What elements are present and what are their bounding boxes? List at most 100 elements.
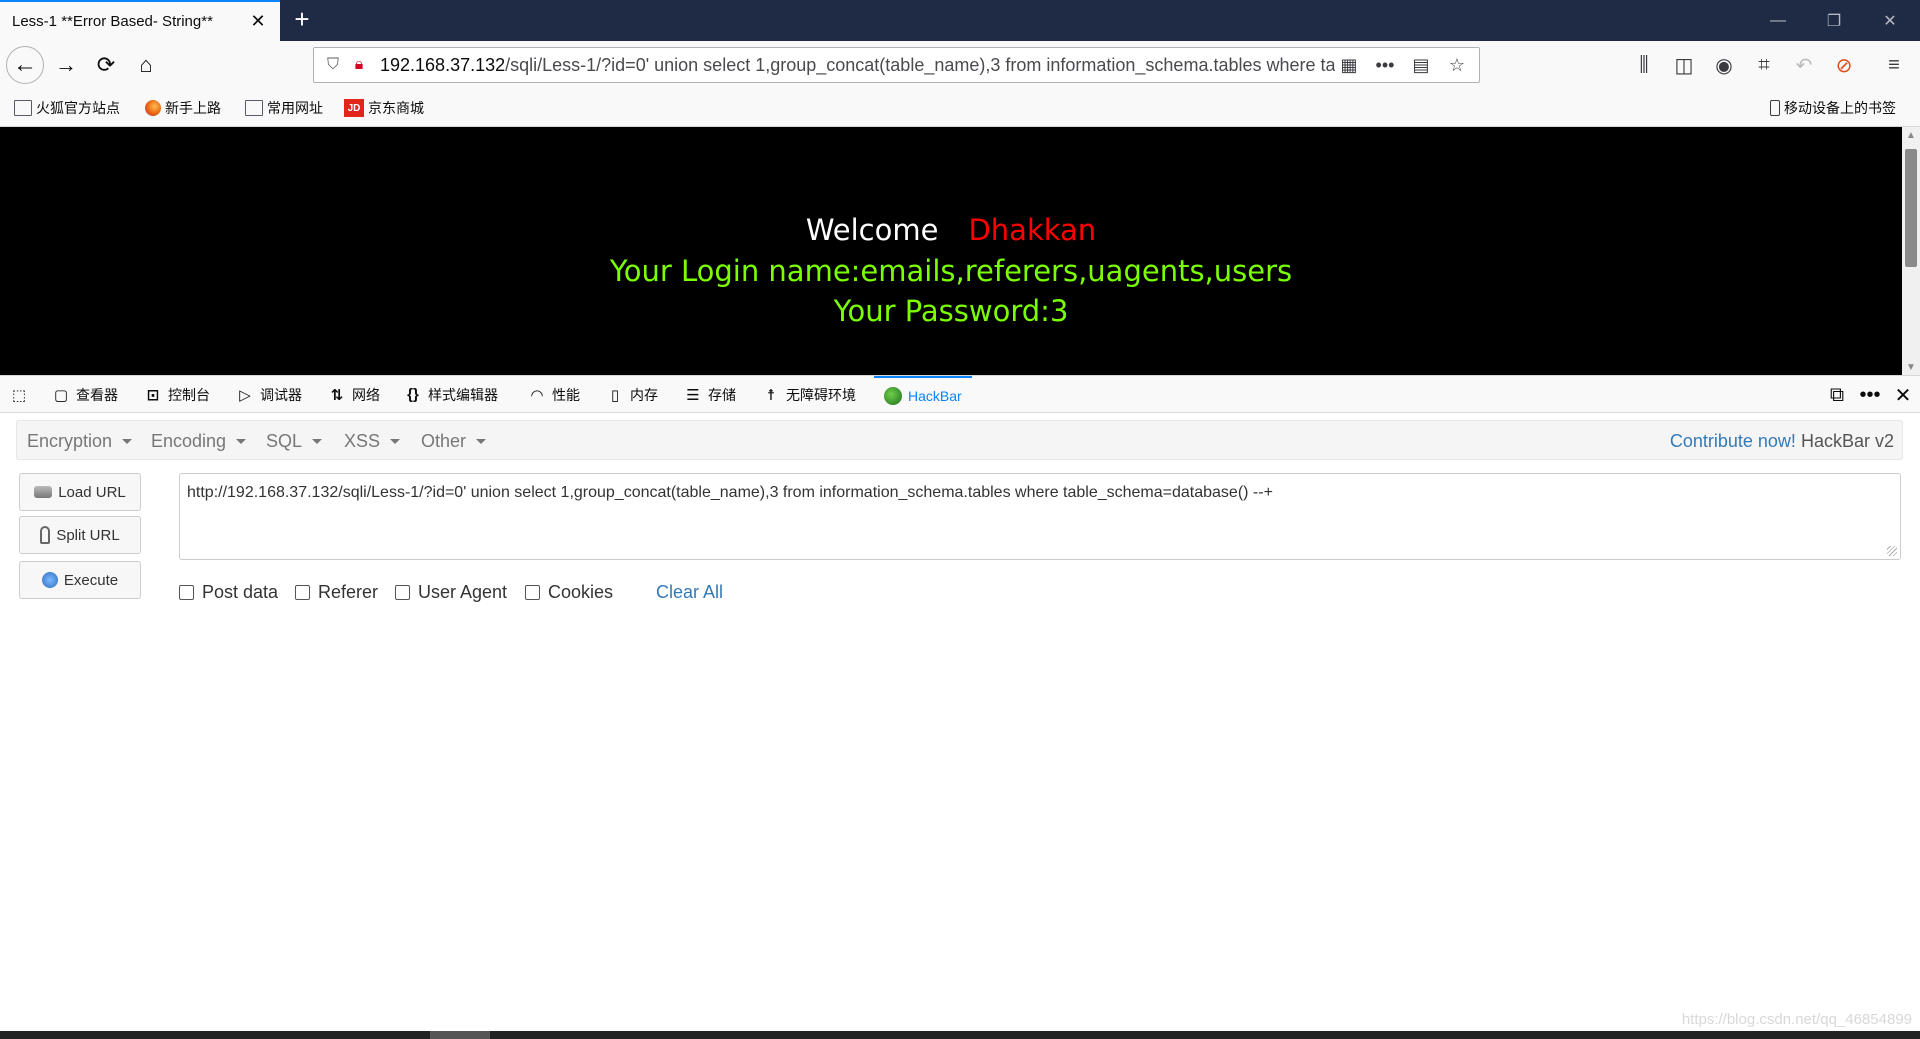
devtools-menu-icon[interactable]: ••• [1857, 382, 1883, 408]
execute-button[interactable]: Execute [19, 561, 141, 599]
menu-other[interactable]: Other [421, 431, 487, 452]
tab-label: 无障碍环境 [786, 386, 856, 403]
url-bar[interactable]: ⛉ 🔒︎ 192.168.37.132/sqli/Less-1/?id=0' u… [313, 47, 1480, 83]
checkbox-icon[interactable] [295, 585, 310, 600]
page-actions-icon[interactable]: ••• [1371, 51, 1399, 79]
tab-hackbar[interactable]: HackBar [874, 376, 972, 413]
checkbox-label: Cookies [548, 582, 614, 602]
tab-style-editor[interactable]: {} 样式编辑器 [404, 376, 498, 413]
minimize-icon[interactable]: — [1750, 0, 1806, 41]
performance-icon: ◠ [531, 386, 543, 404]
mobile-bookmarks[interactable]: 移动设备上的书签 [1770, 97, 1896, 119]
new-tab-button[interactable]: + [288, 6, 316, 34]
checkbox-post-data[interactable]: Post data [179, 582, 278, 603]
crop-icon[interactable]: ⌗ [1748, 49, 1780, 81]
url-path: /sqli/Less-1/?id=0' union select 1,group… [505, 54, 1335, 75]
bookmark-item[interactable]: 火狐官方站点 [14, 97, 120, 119]
hackbar-icon [884, 386, 902, 405]
tracking-shield-icon[interactable]: ⛉ [320, 52, 346, 78]
bookmark-label: 新手上路 [165, 100, 221, 116]
dock-icon[interactable]: ⧉ [1824, 382, 1850, 408]
menu-xss[interactable]: XSS [344, 431, 401, 452]
tab-label: HackBar [908, 387, 962, 404]
hackbar-menu: Encryption Encoding SQL XSS Other Contri… [16, 420, 1903, 460]
undo-icon[interactable]: ↶ [1788, 49, 1820, 81]
sidebar-icon[interactable]: ◫ [1668, 49, 1700, 81]
contribute-link[interactable]: Contribute now! [1670, 431, 1796, 451]
caret-down-icon [390, 439, 401, 444]
folder-icon [245, 100, 263, 116]
forward-icon[interactable]: → [50, 49, 82, 81]
library-icon[interactable]: ⫼ [1628, 49, 1660, 81]
browser-tab[interactable]: Less-1 **Error Based- String** ✕ [0, 0, 280, 41]
checkbox-referer[interactable]: Referer [295, 582, 378, 603]
checkbox-label: Post data [202, 582, 279, 602]
checkbox-icon[interactable] [179, 585, 194, 600]
scroll-up-icon[interactable]: ▲ [1902, 127, 1920, 143]
account-icon[interactable]: ◉ [1708, 49, 1740, 81]
caret-down-icon [122, 439, 133, 444]
tab-performance[interactable]: ◠ 性能 [528, 376, 580, 413]
scroll-down-icon[interactable]: ▼ [1902, 359, 1920, 375]
button-label: Execute [63, 571, 119, 589]
debugger-icon: ▷ [239, 386, 251, 404]
element-picker[interactable]: ⬚ [10, 376, 28, 413]
clear-all-link[interactable]: Clear All [656, 582, 723, 603]
block-extension-icon[interactable]: ⊘ [1828, 49, 1860, 81]
bookmark-item[interactable]: 新手上路 [145, 97, 221, 119]
tab-label: 内存 [630, 386, 658, 403]
tab-label: 样式编辑器 [428, 386, 498, 403]
checkbox-label: User Agent [418, 582, 508, 602]
resize-grip-icon[interactable] [1887, 546, 1897, 556]
url-value: http://192.168.37.132/sqli/Less-1/?id=0'… [187, 484, 1273, 501]
reload-icon[interactable]: ⟳ [90, 49, 122, 81]
split-url-button[interactable]: Split URL [19, 516, 141, 554]
menu-icon[interactable]: ≡ [1878, 49, 1910, 81]
bookmarks-bar: 火狐官方站点 新手上路 常用网址 JD 京东商城 移动设备上的书签 [0, 89, 1920, 127]
tab-label: 网络 [352, 386, 380, 403]
tab-label: 查看器 [76, 386, 118, 403]
qr-code-icon[interactable]: ▦ [1335, 51, 1363, 79]
tab-accessibility[interactable]: ☨ 无障碍环境 [762, 376, 856, 413]
bookmark-star-icon[interactable]: ☆ [1443, 51, 1471, 79]
checkbox-cookies[interactable]: Cookies [525, 582, 613, 603]
window-close-icon[interactable]: ✕ [1862, 0, 1918, 41]
menu-encryption[interactable]: Encryption [27, 431, 133, 452]
folder-icon [14, 100, 32, 116]
hackbar-url-input[interactable]: http://192.168.37.132/sqli/Less-1/?id=0'… [179, 473, 1901, 560]
checkbox-user-agent[interactable]: User Agent [395, 582, 507, 603]
memory-icon: ▯ [610, 386, 620, 404]
console-icon: ⊡ [146, 386, 160, 404]
menu-sql[interactable]: SQL [266, 431, 323, 452]
picker-icon: ⬚ [11, 386, 27, 404]
checkbox-icon[interactable] [395, 585, 410, 600]
bottom-scrollbar[interactable] [0, 1031, 1920, 1039]
insecure-lock-icon[interactable]: 🔒︎ [346, 52, 372, 78]
bottom-scroll-thumb[interactable] [430, 1031, 490, 1039]
bookmark-item[interactable]: JD 京东商城 [344, 97, 424, 119]
restore-icon[interactable]: ❐ [1806, 0, 1862, 41]
url-text[interactable]: 192.168.37.132/sqli/Less-1/?id=0' union … [380, 55, 1335, 76]
tab-network[interactable]: ⇅ 网络 [328, 376, 380, 413]
reader-icon[interactable]: ▤ [1407, 51, 1435, 79]
back-icon[interactable]: ← [6, 46, 44, 84]
menu-encoding[interactable]: Encoding [151, 431, 247, 452]
button-label: Split URL [56, 526, 120, 544]
tab-storage[interactable]: ☰ 存储 [684, 376, 736, 413]
bookmark-item[interactable]: 常用网址 [245, 97, 323, 119]
checkbox-icon[interactable] [525, 585, 540, 600]
mobile-device-icon [1770, 100, 1780, 116]
tab-inspector[interactable]: ▢ 查看器 [52, 376, 118, 413]
devtools-close-icon[interactable]: ✕ [1890, 382, 1916, 408]
tab-debugger[interactable]: ▷ 调试器 [236, 376, 302, 413]
navigation-bar: ← → ⟳ ⌂ ⛉ 🔒︎ 192.168.37.132/sqli/Less-1/… [0, 41, 1920, 89]
tab-console[interactable]: ⊡ 控制台 [144, 376, 210, 413]
welcome-text: Welcome [805, 213, 939, 247]
page-scrollbar[interactable]: ▲ ▼ [1902, 127, 1920, 375]
scroll-thumb[interactable] [1905, 149, 1917, 267]
hackbar-version: HackBar v2 [1800, 431, 1894, 451]
tab-close-icon[interactable]: ✕ [248, 11, 268, 32]
load-url-button[interactable]: Load URL [19, 473, 141, 511]
home-icon[interactable]: ⌂ [130, 49, 162, 81]
tab-memory[interactable]: ▯ 内存 [606, 376, 658, 413]
